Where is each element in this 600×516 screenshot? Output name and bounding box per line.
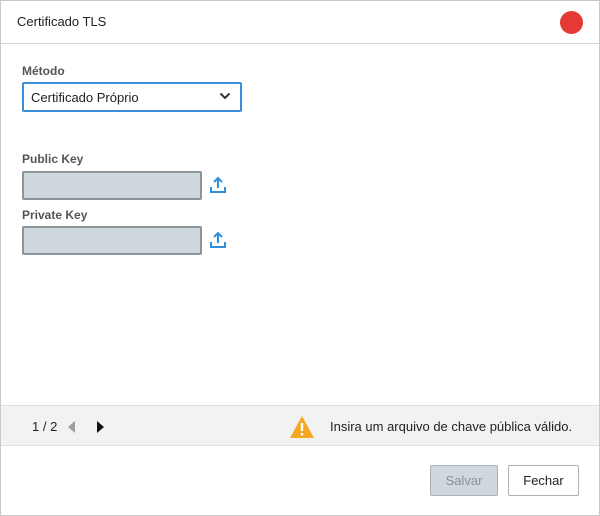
upload-icon[interactable]	[208, 230, 228, 250]
private-key-label: Private Key	[22, 208, 88, 222]
close-button[interactable]: Fechar	[508, 465, 579, 496]
public-key-field[interactable]	[22, 171, 202, 200]
close-dot-icon[interactable]	[560, 11, 583, 34]
method-label: Método	[22, 64, 65, 78]
tls-certificate-dialog: Certificado TLS Método Certificado Própr…	[0, 0, 600, 516]
method-select[interactable]: Certificado Próprio	[22, 82, 242, 112]
warning-triangle-icon	[290, 416, 314, 438]
chevron-down-icon	[219, 92, 231, 100]
method-select-value: Certificado Próprio	[31, 90, 139, 105]
dialog-header: Certificado TLS	[1, 1, 599, 44]
private-key-field[interactable]	[22, 226, 202, 255]
caret-left-icon[interactable]	[67, 420, 77, 434]
upload-icon[interactable]	[208, 175, 228, 195]
page-indicator: 1 / 2	[32, 419, 58, 434]
public-key-label: Public Key	[22, 152, 84, 166]
save-button[interactable]: Salvar	[430, 465, 498, 496]
dialog-title: Certificado TLS	[17, 14, 107, 29]
caret-right-icon[interactable]	[95, 420, 105, 434]
status-bar: 1 / 2 Insira um arquivo de chave pública…	[1, 405, 599, 446]
status-message: Insira um arquivo de chave pública válid…	[330, 419, 573, 434]
